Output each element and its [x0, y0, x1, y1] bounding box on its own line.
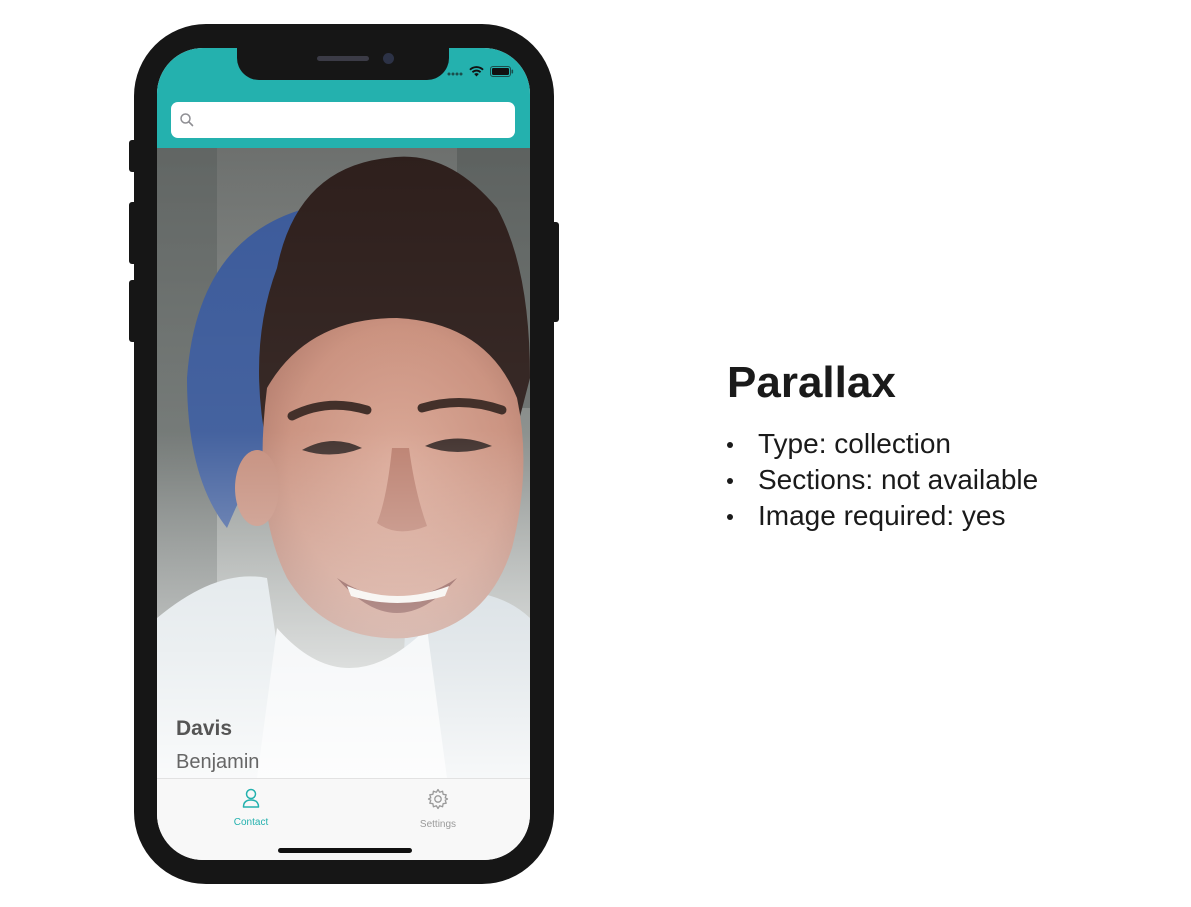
gear-icon	[426, 787, 450, 816]
status-icons	[447, 64, 514, 82]
layout-properties-list: Type: collection Sections: not available…	[727, 426, 1038, 534]
notch	[237, 48, 449, 80]
layout-description: Parallax Type: collection Sections: not …	[727, 358, 1038, 534]
contact-photo	[157, 148, 530, 778]
stage: Davis Benjamin Contact Settings Parallax…	[0, 0, 1191, 907]
property-image-required: Image required: yes	[727, 498, 1038, 534]
person-icon	[240, 787, 262, 814]
bullet-dot	[727, 514, 733, 520]
battery-icon	[490, 64, 514, 82]
contact-last-name: Davis	[176, 717, 233, 740]
home-indicator	[278, 848, 412, 853]
phone-screen: Davis Benjamin Contact Settings	[157, 48, 530, 860]
property-sections: Sections: not available	[727, 462, 1038, 498]
property-image-required-text: Image required: yes	[758, 500, 1006, 531]
property-type-text: Type: collection	[758, 428, 951, 459]
layout-title: Parallax	[727, 358, 896, 407]
bullet-dot	[727, 442, 733, 448]
tab-contact[interactable]: Contact	[191, 787, 311, 828]
property-type: Type: collection	[727, 426, 1038, 462]
front-camera	[383, 53, 394, 64]
contact-first-name: Benjamin	[176, 751, 260, 773]
search-bar[interactable]	[171, 102, 515, 138]
tab-settings[interactable]: Settings	[378, 787, 498, 830]
earpiece-speaker	[317, 56, 369, 61]
property-sections-text: Sections: not available	[758, 464, 1039, 495]
contact-name-block: Davis Benjamin	[176, 717, 259, 774]
search-icon	[179, 112, 195, 128]
tab-contact-label: Contact	[233, 817, 269, 828]
signal-icon	[447, 64, 463, 82]
wifi-icon	[469, 64, 484, 82]
tab-settings-label: Settings	[419, 819, 457, 830]
bullet-dot	[727, 478, 733, 484]
contact-photo-card[interactable]: Davis Benjamin	[157, 148, 530, 778]
search-input[interactable]	[201, 110, 505, 130]
